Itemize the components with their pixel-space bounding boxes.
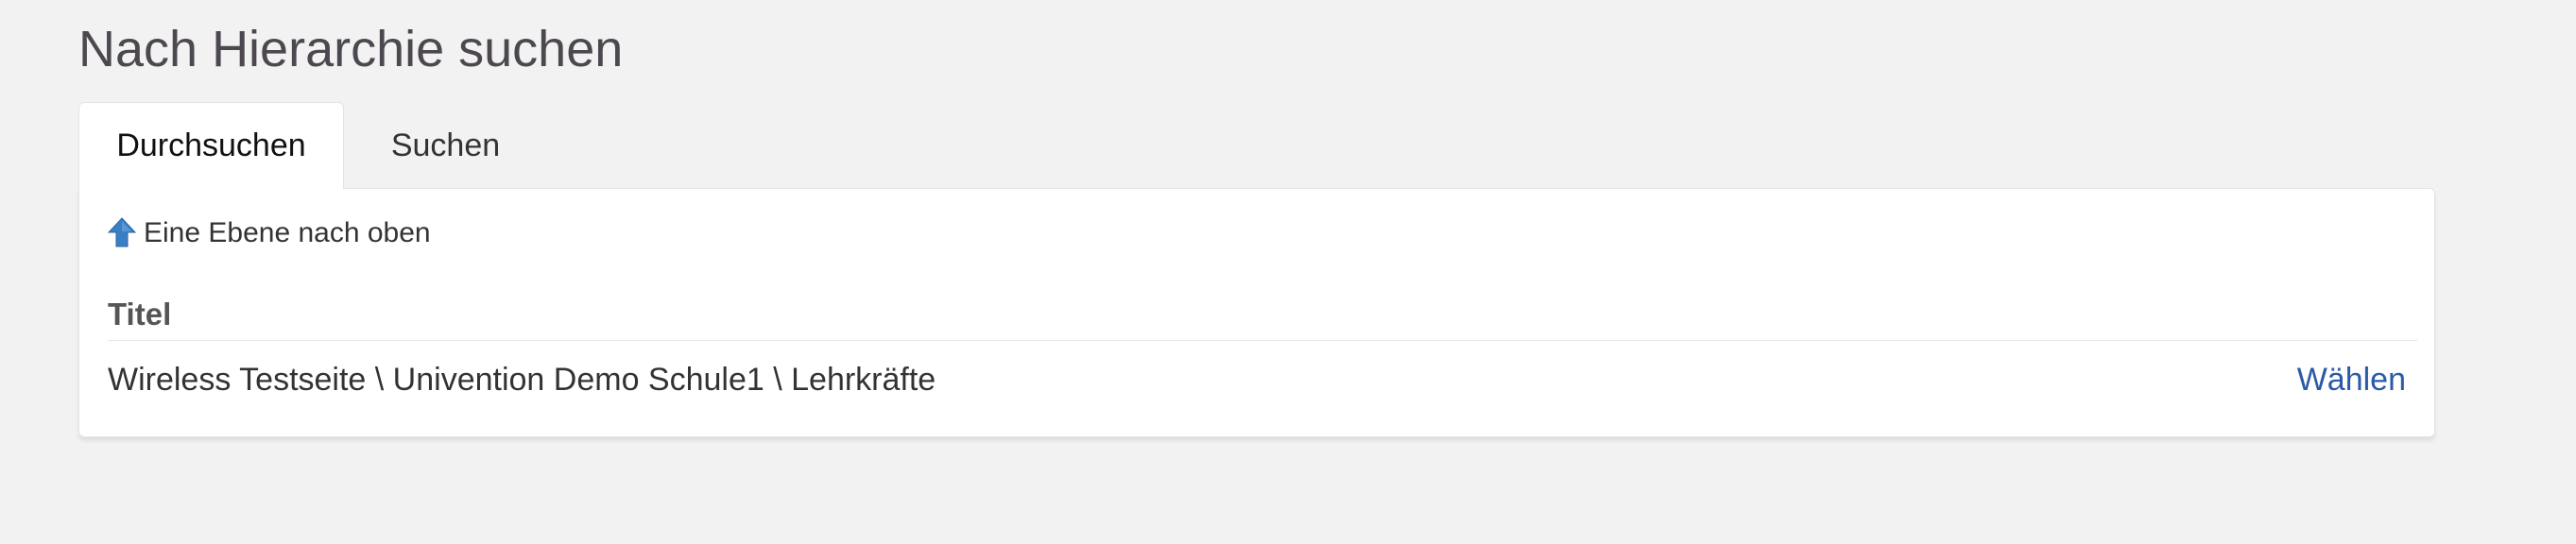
tab-search[interactable]: Suchen: [344, 102, 547, 189]
up-one-level-label: Eine Ebene nach oben: [144, 217, 431, 248]
table-row[interactable]: Wireless Testseite \ Univention Demo Sch…: [108, 342, 2417, 417]
up-one-level-link[interactable]: Eine Ebene nach oben: [108, 217, 431, 249]
page-title: Nach Hierarchie suchen: [78, 21, 624, 77]
grid-header: Titel: [108, 296, 2417, 341]
tab-browse[interactable]: Durchsuchen: [78, 102, 344, 189]
tab-bar: Durchsuchen Suchen: [78, 102, 547, 189]
arrow-up-icon: [108, 217, 136, 247]
select-link[interactable]: Wählen: [2297, 362, 2406, 399]
browse-panel: Eine Ebene nach oben Titel Wireless Test…: [78, 188, 2435, 437]
column-header-title[interactable]: Titel: [108, 297, 171, 332]
hierarchy-search-page: Nach Hierarchie suchen Durchsuchen Suche…: [0, 0, 2576, 544]
row-path: Wireless Testseite \ Univention Demo Sch…: [108, 361, 936, 398]
